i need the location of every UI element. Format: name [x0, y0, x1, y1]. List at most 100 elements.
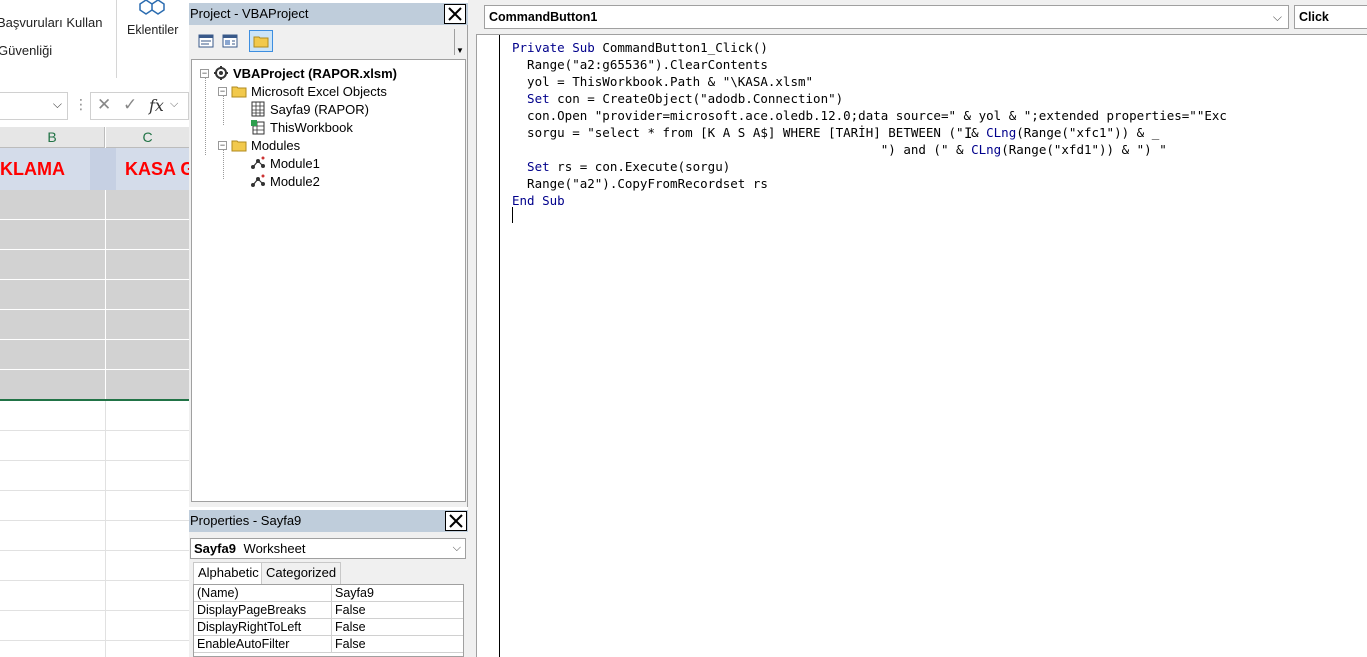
- code-text: con.Open "provider=microsoft.ace.oledb.1…: [512, 108, 1227, 123]
- code-keyword: CLng: [971, 142, 1002, 157]
- property-name: EnableAutoFilter: [197, 637, 290, 651]
- formula-buttons: ✕ ✓ fx ⌵: [90, 92, 189, 120]
- sheet-row[interactable]: [0, 491, 189, 521]
- procedure-combo-value: Click: [1299, 10, 1329, 24]
- tree-item-project[interactable]: − VBAProject (RAPOR.xlsm): [200, 64, 397, 82]
- excel-background: y Başvuruları Kullan Güvenliği Eklentile…: [0, 0, 189, 657]
- code-line[interactable]: Range("a2").CopyFromRecordset rs: [512, 175, 768, 192]
- tree-item-modules[interactable]: − Modules: [218, 136, 300, 154]
- toggle-folders-button[interactable]: [249, 30, 273, 52]
- sheet-row[interactable]: [0, 340, 189, 370]
- module-icon: [251, 174, 265, 187]
- title-cell-c[interactable]: KASA G: [116, 148, 189, 190]
- code-line[interactable]: End Sub: [512, 192, 565, 209]
- view-code-button[interactable]: [194, 30, 218, 52]
- code-line[interactable]: Set con = CreateObject("adodb.Connection…: [512, 90, 843, 107]
- code-line[interactable]: ") and (" & CLng(Range("xfd1")) & ") ": [512, 141, 1167, 158]
- code-line[interactable]: Private Sub CommandButton1_Click(): [512, 39, 768, 56]
- code-text: ") and (" &: [512, 142, 972, 157]
- property-value[interactable]: False: [335, 602, 366, 618]
- tree-item-sheet[interactable]: Sayfa9 (RAPOR): [250, 100, 369, 118]
- code-line[interactable]: sorgu = "select * from [K A S A$] WHERE …: [512, 124, 1159, 141]
- property-name: DisplayRightToLeft: [197, 620, 302, 634]
- sheet-row[interactable]: [0, 611, 189, 641]
- sheet-row[interactable]: [0, 280, 189, 310]
- property-row[interactable]: (Name) Sayfa9: [194, 585, 463, 602]
- tab-categorized[interactable]: Categorized: [261, 562, 342, 584]
- object-combo[interactable]: CommandButton1 ⌵: [484, 5, 1289, 29]
- view-object-button[interactable]: [218, 30, 242, 52]
- sheet-row[interactable]: [0, 521, 189, 551]
- close-icon: [448, 7, 462, 21]
- collapse-icon[interactable]: −: [200, 68, 209, 78]
- worksheet-icon: [251, 101, 265, 117]
- chevron-down-icon: ⌵: [1272, 10, 1282, 24]
- project-toolbar: ▼: [189, 27, 468, 57]
- addins-icon[interactable]: [136, 0, 170, 20]
- code-text: (Range("xfc1")) & _: [1016, 125, 1160, 140]
- object-select[interactable]: Sayfa9 Worksheet ⌵: [190, 538, 466, 559]
- ribbon-fragment: y: [0, 0, 1, 5]
- property-value[interactable]: False: [335, 619, 366, 635]
- tree-label: ThisWorkbook: [270, 119, 353, 135]
- property-row[interactable]: EnableAutoFilter False: [194, 636, 463, 653]
- code-keyword: CLng: [986, 125, 1017, 140]
- margin-indicator-bar[interactable]: [477, 35, 500, 657]
- property-name: DisplayPageBreaks: [197, 603, 307, 617]
- tree-connector: [205, 77, 206, 155]
- property-row[interactable]: DisplayRightToLeft False: [194, 619, 463, 636]
- enter-icon[interactable]: ✓: [123, 95, 137, 115]
- sheet-row[interactable]: [0, 310, 189, 340]
- code-line[interactable]: Range("a2:g65536").ClearContents: [512, 56, 768, 73]
- code-editor[interactable]: Private Sub CommandButton1_Click() Range…: [476, 34, 1367, 657]
- divider: [331, 636, 332, 653]
- insert-function-icon[interactable]: fx: [149, 96, 164, 115]
- tree-item-module1[interactable]: Module1: [250, 154, 320, 172]
- code-text: Range("a2:g65536").ClearContents: [512, 57, 768, 72]
- chevron-down-icon: ⌵: [452, 542, 461, 554]
- column-header-c[interactable]: C: [106, 127, 189, 148]
- divider: [331, 585, 332, 602]
- procedure-combo[interactable]: Click: [1294, 5, 1367, 29]
- cancel-icon[interactable]: ✕: [97, 95, 111, 115]
- tree-label: Module2: [270, 173, 320, 189]
- sheet-row[interactable]: [0, 461, 189, 491]
- properties-panel: Properties - Sayfa9 Sayfa9 Worksheet ⌵ A…: [189, 510, 468, 657]
- close-button[interactable]: [444, 4, 466, 24]
- chevron-down-icon: ⌵: [170, 98, 179, 110]
- tab-alphabetic[interactable]: Alphabetic: [193, 562, 264, 584]
- tree-item-module2[interactable]: Module2: [250, 172, 320, 190]
- sheet-row[interactable]: [0, 190, 189, 220]
- close-button[interactable]: [445, 511, 467, 531]
- title-cell-gap: [90, 148, 116, 190]
- sheet-row[interactable]: [0, 401, 189, 431]
- code-line[interactable]: Set rs = con.Execute(sorgu): [512, 158, 730, 175]
- property-value[interactable]: Sayfa9: [335, 585, 374, 601]
- ribbon-item-addins-use[interactable]: Başvuruları Kullan: [0, 15, 103, 30]
- sheet-row[interactable]: [0, 551, 189, 581]
- tree-item-workbook[interactable]: ThisWorkbook: [250, 118, 353, 136]
- sheet-row[interactable]: [0, 370, 189, 400]
- toolbar-scroll[interactable]: ▼: [454, 29, 466, 55]
- ribbon-item-security[interactable]: Güvenliği: [0, 43, 52, 58]
- sheet-row[interactable]: [0, 431, 189, 461]
- collapse-icon[interactable]: −: [218, 140, 227, 150]
- code-text: (Range("xfd1")) & ") ": [1001, 142, 1167, 157]
- code-line[interactable]: yol = ThisWorkbook.Path & "\KASA.xlsm": [512, 73, 813, 90]
- property-row[interactable]: DisplayPageBreaks False: [194, 602, 463, 619]
- sheet-row[interactable]: [0, 220, 189, 250]
- collapse-icon[interactable]: −: [218, 86, 227, 96]
- title-cell-b[interactable]: KLAMA: [0, 148, 90, 190]
- sheet-row[interactable]: [0, 250, 189, 280]
- tree-item-excel-objects[interactable]: − Microsoft Excel Objects: [218, 82, 387, 100]
- code-keyword: End Sub: [512, 193, 565, 208]
- column-header-b[interactable]: B: [0, 127, 105, 148]
- sheet-row[interactable]: [0, 581, 189, 611]
- property-value[interactable]: False: [335, 636, 366, 652]
- ribbon-addins-label[interactable]: Eklentiler: [127, 23, 178, 37]
- folder-icon: [253, 36, 269, 48]
- name-box[interactable]: ⌵: [0, 92, 68, 120]
- ibeam-cursor-icon: I: [964, 126, 973, 142]
- code-keyword: Set: [512, 91, 550, 106]
- code-line[interactable]: con.Open "provider=microsoft.ace.oledb.1…: [512, 107, 1227, 124]
